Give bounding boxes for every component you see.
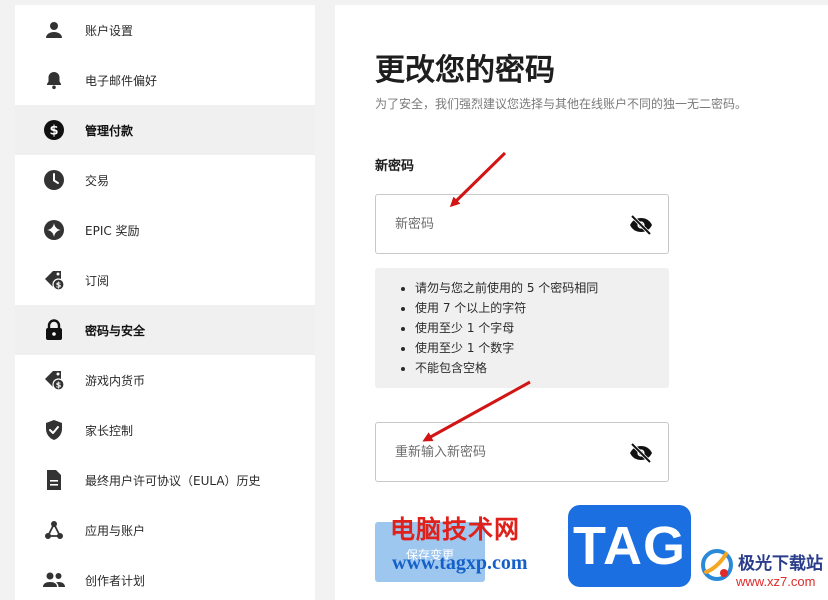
svg-text:$: $ <box>56 281 62 290</box>
clock-icon <box>42 168 66 192</box>
new-password-label: 新密码 <box>375 159 415 174</box>
sidebar-item-label: 游戏内货币 <box>85 373 146 388</box>
new-password-field <box>375 194 669 254</box>
svg-text:$: $ <box>49 124 58 139</box>
sidebar-item-label: 应用与账户 <box>85 523 146 538</box>
sidebar-item-in-game-currency[interactable]: $ 游戏内货币 <box>15 355 315 405</box>
sidebar-item-label: 创作者计划 <box>85 573 146 588</box>
sidebar-item-parental-controls[interactable]: 家长控制 <box>15 405 315 455</box>
requirement-item: 使用至少 1 个数字 <box>415 338 669 358</box>
sidebar-item-label: 账户设置 <box>85 23 134 38</box>
dollar-icon: $ <box>42 118 66 142</box>
document-icon <box>42 468 66 492</box>
sidebar-item-label: 家长控制 <box>85 423 134 438</box>
svg-text:$: $ <box>56 381 62 390</box>
sidebar-item-subscriptions[interactable]: $ 订阅 <box>15 255 315 305</box>
lock-icon <box>42 318 66 342</box>
new-password-input[interactable] <box>376 195 616 253</box>
sidebar-item-eula-history[interactable]: 最终用户许可协议（EULA）历史 <box>15 455 315 505</box>
sidebar-item-manage-payments[interactable]: $ 管理付款 <box>15 105 315 155</box>
people-icon <box>42 568 66 592</box>
watermark-jiguang: 极光下载站 www.xz7.com <box>700 540 828 600</box>
user-icon <box>42 18 66 42</box>
sidebar-item-transactions[interactable]: 交易 <box>15 155 315 205</box>
shield-check-icon <box>42 418 66 442</box>
requirement-item: 使用至少 1 个字母 <box>415 318 669 338</box>
sparkle-icon <box>42 218 66 242</box>
watermark-jiguang-url: www.xz7.com <box>736 574 816 589</box>
confirm-password-field <box>375 422 669 482</box>
requirement-item: 使用 7 个以上的字符 <box>415 298 669 318</box>
sidebar-item-label: 密码与安全 <box>85 323 146 338</box>
sidebar-item-account-settings[interactable]: 账户设置 <box>15 5 315 55</box>
watermark-site-name: 电脑技术网 <box>390 515 521 544</box>
sidebar-item-epic-rewards[interactable]: EPIC 奖励 <box>15 205 315 255</box>
eye-slash-icon[interactable] <box>628 212 654 238</box>
watermark-tag-logo: TAG <box>568 505 691 587</box>
page-title: 更改您的密码 <box>375 53 555 88</box>
sidebar-item-label: 订阅 <box>85 273 110 288</box>
requirement-item: 不能包含空格 <box>415 358 669 378</box>
requirement-item: 请勿与您之前使用的 5 个密码相同 <box>415 278 669 298</box>
page-subtitle: 为了安全，我们强烈建议您选择与其他在线账户不同的独一无二密码。 <box>375 97 748 111</box>
watermark-site-url: www.tagxp.com <box>392 552 528 574</box>
sidebar-item-password-security[interactable]: 密码与安全 <box>15 305 315 355</box>
sidebar-item-email-preferences[interactable]: 电子邮件偏好 <box>15 55 315 105</box>
sidebar-item-label: 最终用户许可协议（EULA）历史 <box>85 473 261 488</box>
sidebar-item-label: 管理付款 <box>85 123 134 138</box>
password-requirements: 请勿与您之前使用的 5 个密码相同 使用 7 个以上的字符 使用至少 1 个字母… <box>375 268 669 388</box>
confirm-password-input[interactable] <box>376 423 616 481</box>
sidebar-item-label: EPIC 奖励 <box>85 223 140 238</box>
connections-icon <box>42 518 66 542</box>
sidebar-item-label: 交易 <box>85 173 110 188</box>
eye-slash-icon[interactable] <box>628 440 654 466</box>
tag-dollar-icon: $ <box>42 268 66 292</box>
sidebar-item-creator-program[interactable]: 创作者计划 <box>15 555 315 600</box>
sidebar-item-label: 电子邮件偏好 <box>85 73 158 88</box>
sidebar-item-apps-accounts[interactable]: 应用与账户 <box>15 505 315 555</box>
tag-coin-icon: $ <box>42 368 66 392</box>
jiguang-logo-icon <box>700 548 734 582</box>
sidebar: 账户设置 电子邮件偏好 $ 管理付款 交易 EPIC 奖励 $ 订阅 密码与安全 <box>15 5 315 600</box>
bell-icon <box>42 68 66 92</box>
watermark-jiguang-name: 极光下载站 <box>738 554 823 574</box>
